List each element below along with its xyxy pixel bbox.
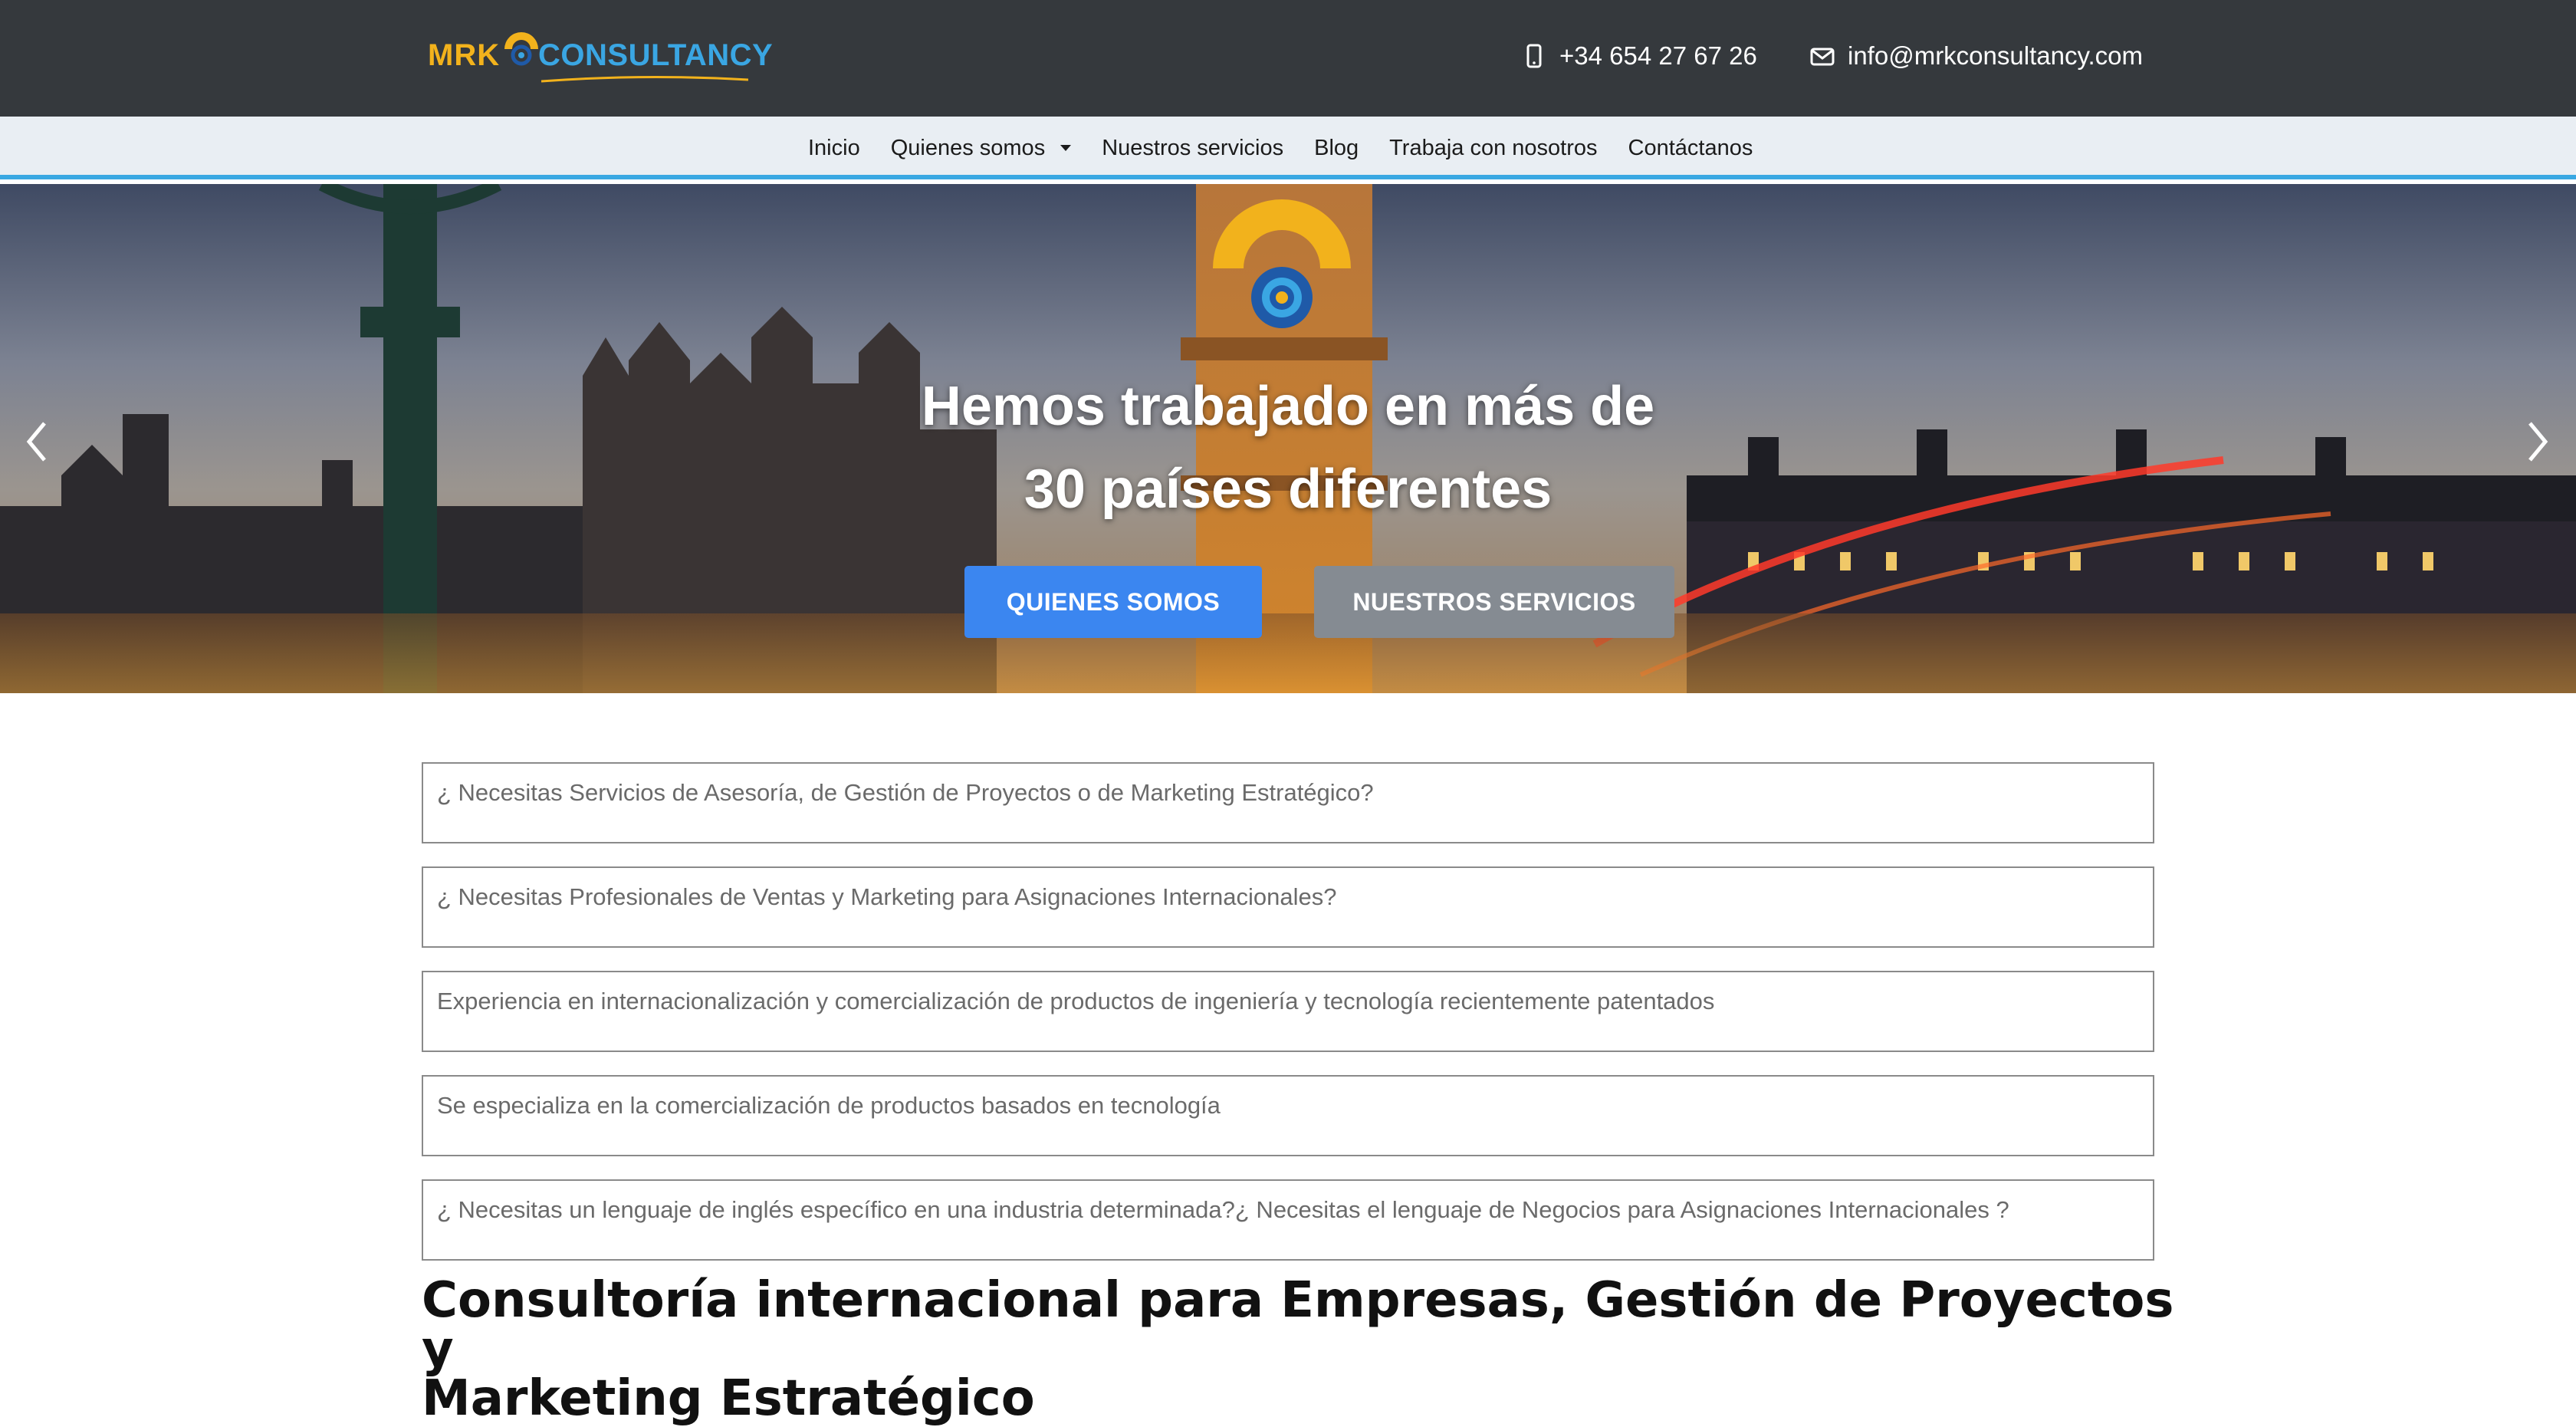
nav-item-nuestros-servicios[interactable]: Nuestros servicios bbox=[1102, 136, 1283, 161]
hero-title-line-2: 30 países diferentes bbox=[1024, 459, 1552, 520]
services-list: ¿ Necesitas Servicios de Asesoría, de Ge… bbox=[422, 762, 2154, 1284]
section-title-line-1: Consultoría internacional para Empresas,… bbox=[422, 1272, 2174, 1378]
service-box[interactable]: ¿ Necesitas Profesionales de Ventas y Ma… bbox=[422, 866, 2154, 948]
caret-down-icon bbox=[1060, 145, 1072, 151]
section-title-line-2: Marketing Estratégico bbox=[422, 1370, 1035, 1427]
hero-title-line-1: Hemos trabajado en más de bbox=[921, 376, 1655, 437]
logo-brand-right: CONSULTANCY bbox=[538, 38, 774, 72]
nav-item-label: Nuestros servicios bbox=[1102, 135, 1284, 160]
nav-item-label: Blog bbox=[1314, 135, 1359, 160]
section-title: Consultoría internacional para Empresas,… bbox=[422, 1276, 2216, 1423]
service-box[interactable]: ¿ Necesitas un lenguaje de inglés especí… bbox=[422, 1179, 2154, 1261]
logo-brand-left: MRK bbox=[428, 38, 501, 72]
main-navigation: Inicio Quienes somos Nuestros servicios … bbox=[0, 117, 2576, 179]
chevron-right-icon[interactable] bbox=[2522, 419, 2553, 465]
logo-swoosh bbox=[541, 75, 748, 83]
header-phone[interactable]: +34 654 27 67 26 bbox=[1521, 38, 1757, 74]
mobile-phone-icon bbox=[1526, 44, 1542, 68]
quienes-somos-button[interactable]: QUIENES SOMOS bbox=[964, 566, 1262, 638]
service-box[interactable]: Experiencia en internacionalización y co… bbox=[422, 971, 2154, 1052]
header-email-text: info@mrkconsultancy.com bbox=[1848, 41, 2144, 70]
header-phone-text: +34 654 27 67 26 bbox=[1559, 41, 1757, 70]
nav-item-label: Inicio bbox=[808, 135, 860, 160]
service-box[interactable]: ¿ Necesitas Servicios de Asesoría, de Ge… bbox=[422, 762, 2154, 843]
header-email[interactable]: info@mrkconsultancy.com bbox=[1809, 38, 2143, 74]
nav-item-blog[interactable]: Blog bbox=[1314, 136, 1359, 161]
nav-item-quienes-somos[interactable]: Quienes somos bbox=[891, 136, 1072, 161]
nav-item-inicio[interactable]: Inicio bbox=[808, 136, 860, 161]
nav-item-label: Trabaja con nosotros bbox=[1389, 135, 1598, 160]
hero-logo-mark-icon bbox=[1213, 199, 1351, 328]
top-bar: MRK CONSULTANCY +34 654 27 67 26 info@mr… bbox=[0, 0, 2576, 117]
hero-title: Hemos trabajado en más de 30 países dife… bbox=[828, 365, 1748, 531]
site-logo[interactable]: MRK CONSULTANCY bbox=[426, 28, 773, 84]
logo-mark-icon bbox=[504, 32, 538, 66]
envelope-icon bbox=[1810, 48, 1835, 66]
nav-item-label: Contáctanos bbox=[1628, 135, 1753, 160]
nuestros-servicios-button[interactable]: NUESTROS SERVICIOS bbox=[1314, 566, 1674, 638]
nav-item-label: Quienes somos bbox=[890, 135, 1046, 160]
nav-menu: Inicio Quienes somos Nuestros servicios … bbox=[808, 117, 1753, 179]
nav-item-contactanos[interactable]: Contáctanos bbox=[1628, 136, 1753, 161]
service-box[interactable]: Se especializa en la comercialización de… bbox=[422, 1075, 2154, 1156]
hero-slider: Hemos trabajado en más de 30 países dife… bbox=[0, 184, 2576, 693]
chevron-left-icon[interactable] bbox=[21, 419, 52, 465]
nav-item-trabaja-con-nosotros[interactable]: Trabaja con nosotros bbox=[1389, 136, 1597, 161]
